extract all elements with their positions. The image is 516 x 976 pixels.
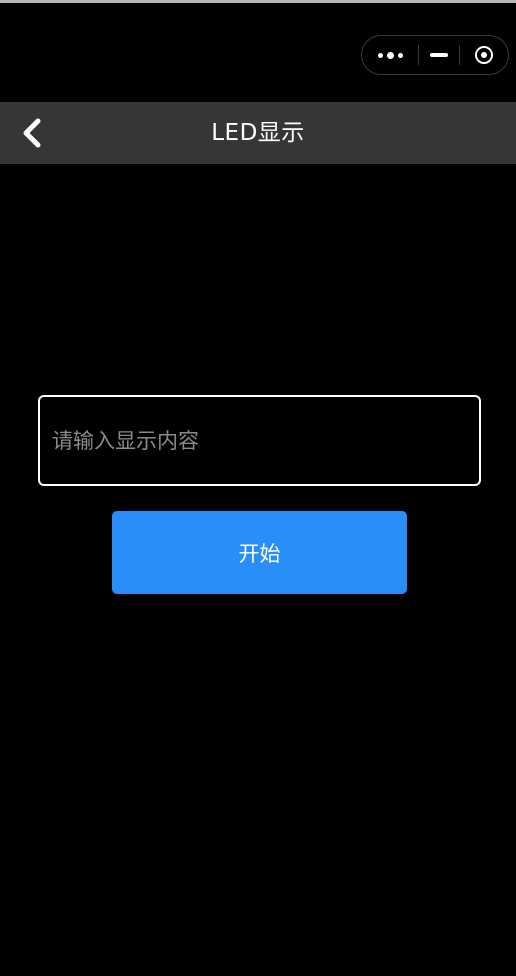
page-title: LED显示 — [211, 120, 305, 146]
navigation-bar: LED显示 — [0, 102, 516, 164]
start-button-label: 开始 — [238, 541, 281, 566]
more-button[interactable] — [362, 36, 418, 74]
target-close-icon — [475, 46, 493, 64]
top-edge-divider — [0, 0, 516, 3]
content-input-container — [38, 395, 481, 486]
minimize-button[interactable] — [419, 36, 459, 74]
more-dots-icon — [377, 51, 403, 59]
close-button[interactable] — [460, 36, 508, 74]
mini-program-capsule — [361, 35, 509, 75]
minimize-icon — [430, 53, 448, 57]
back-button[interactable] — [10, 112, 54, 154]
content-input[interactable] — [52, 397, 467, 484]
screen: LED显示 开始 — [0, 0, 516, 976]
chevron-left-icon — [23, 118, 41, 148]
start-button[interactable]: 开始 — [112, 511, 407, 594]
